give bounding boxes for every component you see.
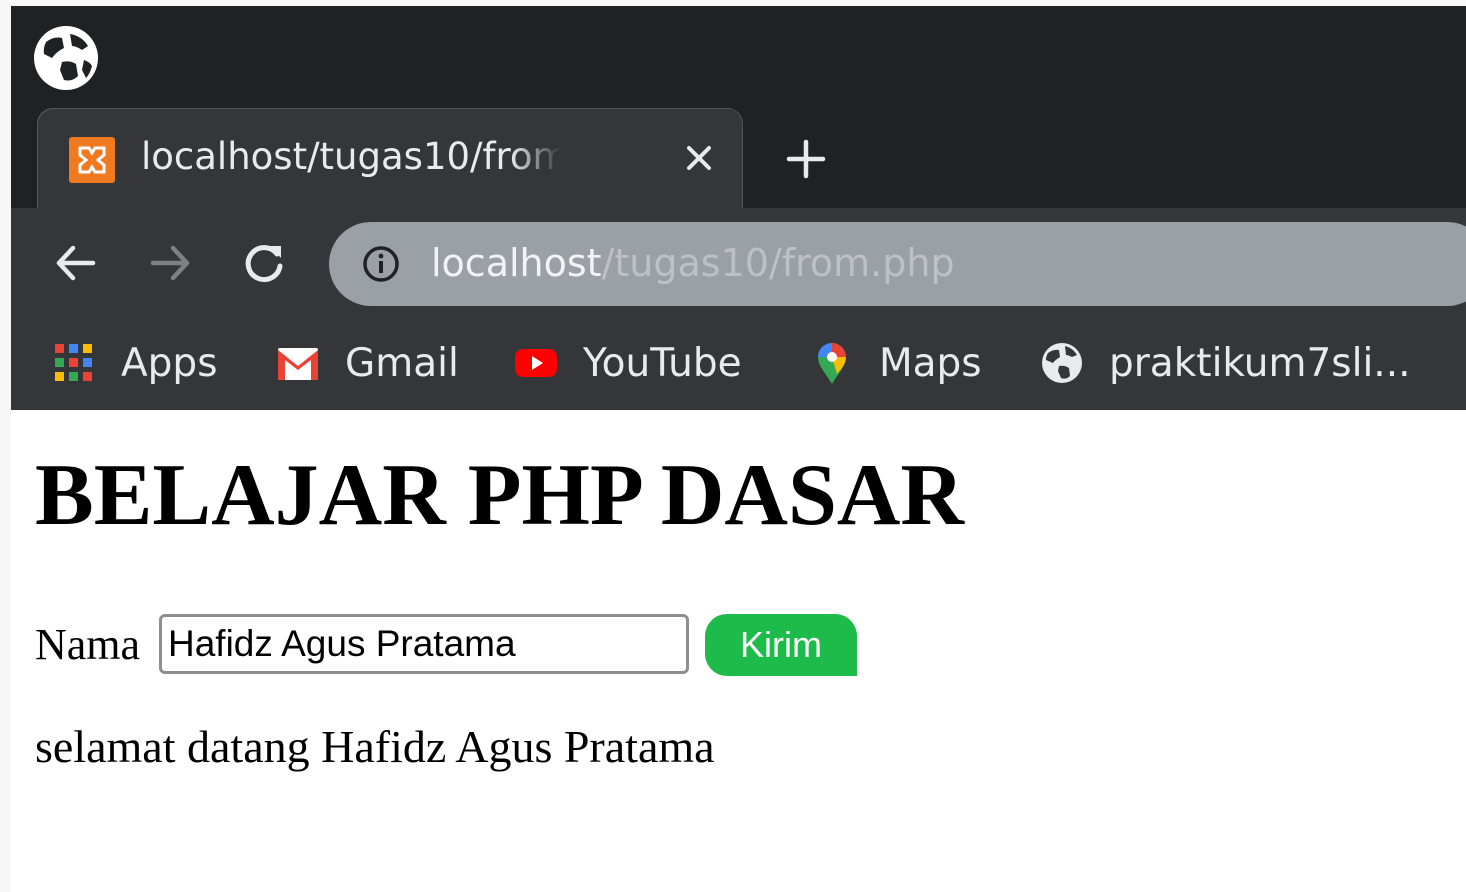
page-heading: BELAJAR PHP DASAR [35,447,964,544]
plus-icon[interactable] [781,134,831,184]
xampp-icon [69,137,115,183]
apps-grid-icon [55,344,92,381]
bookmark-praktikum[interactable]: praktikum7sli... [1039,334,1411,392]
nama-label: Nama [35,620,141,669]
arrow-left-icon[interactable] [51,238,101,288]
gmail-icon [278,348,318,380]
page-content: BELAJAR PHP DASAR Nama Kirim selamat dat… [11,410,1466,892]
tab-title: localhost/tugas10/from.php [141,135,561,178]
bookmarks-bar: Apps Gmail YouTube Maps praktikum7sli... [11,312,1466,410]
tab-strip: localhost/tugas10/from.php [11,108,1466,208]
maps-pin-icon [818,343,846,384]
browser-window: localhost/tugas10/from.php [11,6,1466,892]
reload-icon[interactable] [239,238,289,288]
close-icon[interactable] [677,136,721,180]
screenshot-frame: localhost/tugas10/from.php [0,0,1466,892]
bookmark-label: YouTube [583,340,742,386]
bookmark-label: Maps [879,340,982,386]
tab-active[interactable]: localhost/tugas10/from.php [37,108,743,208]
bookmark-label: Gmail [345,340,459,386]
title-bar [11,6,1466,108]
bookmark-label: Apps [121,340,218,386]
nama-input[interactable] [159,614,689,674]
bookmark-gmail[interactable]: Gmail [275,334,459,392]
bookmark-maps[interactable]: Maps [809,334,982,392]
arrow-right-icon[interactable] [145,238,195,288]
url-host: localhost [431,241,602,285]
greeting-text: selamat datang Hafidz Agus Pratama [35,721,715,772]
bookmark-apps[interactable]: Apps [51,334,218,392]
kirim-button[interactable]: Kirim [705,614,857,676]
bookmark-youtube[interactable]: YouTube [513,334,742,392]
info-icon[interactable] [361,244,401,284]
url-path: /tugas10/from.php [601,241,955,285]
url-text[interactable]: localhost/tugas10/from.php [431,232,955,294]
address-bar[interactable]: localhost/tugas10/from.php [329,222,1466,306]
globe-icon[interactable] [32,24,100,92]
youtube-icon [515,349,557,377]
toolbar: localhost/tugas10/from.php [11,208,1466,312]
bookmark-label: praktikum7sli... [1109,340,1411,386]
globe-icon [1042,343,1082,383]
